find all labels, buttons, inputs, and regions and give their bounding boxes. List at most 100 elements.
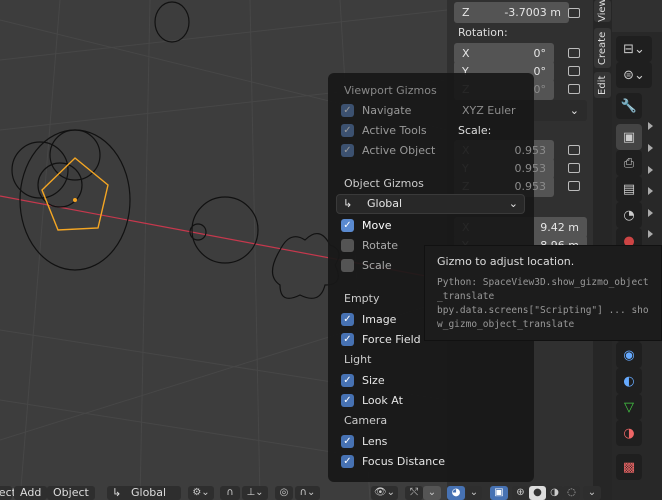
force-field-checkbox[interactable]: ✓ Force Field (341, 331, 421, 347)
checkbox-label: Image (362, 312, 397, 326)
checkbox-label: Focus Distance (362, 454, 446, 468)
proportional-edit-icon[interactable]: ◎ (275, 486, 293, 500)
tab-edit[interactable]: Edit (594, 72, 611, 98)
scene-icon[interactable]: ◔ (616, 202, 642, 228)
scale-checkbox[interactable]: Scale (341, 257, 392, 273)
size-checkbox[interactable]: ✓ Size (341, 372, 385, 388)
checkbox-checked-icon: ✓ (341, 454, 354, 468)
menu-value: Global (131, 486, 167, 499)
lock-icon[interactable] (568, 66, 580, 76)
expand-arrow-icon[interactable] (648, 230, 653, 238)
focus-distance-checkbox[interactable]: ✓ Focus Distance (341, 453, 445, 469)
object-gizmos-heading: Object Gizmos (344, 177, 424, 190)
checkbox-label: Rotate (362, 238, 399, 252)
orientation-dropdown[interactable]: ↳ Global ⌄ (336, 194, 525, 214)
tab-view[interactable]: View (594, 0, 611, 22)
lock-icon[interactable] (568, 181, 580, 191)
location-z-field[interactable]: Z -3.7003 m (454, 2, 569, 23)
shading-dropdown-icon[interactable]: ⌄ (583, 486, 601, 500)
dropdown-value: Global (367, 197, 403, 210)
checkbox-label: Look At (362, 393, 403, 407)
expand-arrow-icon[interactable] (648, 122, 653, 130)
filter-toggle-dropdown[interactable]: ⊜⌄ (616, 62, 652, 88)
checkbox-checked-icon: ✓ (341, 434, 354, 448)
lock-icon[interactable] (568, 8, 580, 18)
display-mode-dropdown[interactable]: ⊟⌄ (616, 36, 652, 62)
transform-orientation-icon: ↳ (112, 486, 122, 499)
empty-heading: Empty (344, 292, 380, 305)
checkbox-checked-icon: ✓ (341, 373, 354, 387)
output-icon[interactable]: ⎙ (616, 150, 642, 176)
view-layer-icon[interactable]: ▤ (616, 176, 642, 202)
material-icon[interactable]: ◑ (616, 420, 642, 446)
dropdown-value: XYZ Euler (462, 104, 516, 117)
checkbox-checked-icon: ✓ (341, 393, 354, 407)
visibility-icon[interactable]: 👁⌄ (371, 486, 398, 500)
tooltip-python-path: bpy.data.screens["Scripting"] ... show_g… (437, 305, 649, 330)
expand-arrow-icon[interactable] (648, 144, 653, 152)
image-checkbox[interactable]: ✓ Image (341, 311, 396, 327)
pivot-point-icon[interactable]: ⚙⌄ (188, 486, 214, 500)
rotate-checkbox[interactable]: Rotate (341, 237, 398, 253)
tooltip-title: Gizmo to adjust location. (437, 255, 575, 268)
axis-label: Z (462, 6, 470, 19)
checkbox-label: Navigate (362, 103, 412, 117)
tab-create[interactable]: Create (594, 28, 611, 68)
lock-icon[interactable] (568, 48, 580, 58)
expand-arrow-icon[interactable] (648, 166, 653, 174)
field-value: 0° (533, 83, 547, 96)
expand-arrow-icon[interactable] (648, 209, 653, 217)
scale-label: Scale: (458, 124, 492, 137)
checkbox-checked-icon: ✓ (341, 123, 354, 137)
tooltip: Gizmo to adjust location. Python: SpaceV… (424, 245, 662, 341)
tool-icon[interactable]: 🔧 (616, 93, 642, 119)
checkbox-label: Force Field (362, 332, 421, 346)
orientation-menu[interactable]: ↳ Global (107, 486, 181, 500)
overlays-dropdown-icon[interactable]: ⌄ (466, 486, 482, 500)
gizmo-dropdown-chevron-icon[interactable]: ⌄ (423, 486, 441, 500)
viewport-header: Select Add Object ↳ Global ⚙⌄ ∩ ⊥⌄ ◎ ∩⌄ 👁… (0, 486, 612, 500)
checkbox-label: Active Object (362, 143, 436, 157)
add-menu[interactable]: Add (14, 486, 48, 500)
active-tools-checkbox[interactable]: ✓ Active Tools (341, 122, 427, 138)
tooltip-python: Python: SpaceView3D.show_gizmo_object_tr… (437, 277, 649, 302)
object-menu[interactable]: Object (47, 486, 95, 500)
xray-icon[interactable]: ▣ (490, 486, 508, 500)
active-object-checkbox[interactable]: ✓ Active Object (341, 142, 435, 158)
lock-icon[interactable] (568, 163, 580, 173)
solid-shading-icon[interactable]: ● (529, 486, 546, 500)
snap-icon[interactable]: ∩ (220, 486, 240, 500)
select-menu[interactable]: Select (0, 486, 16, 500)
checkbox-checked-icon: ✓ (341, 332, 354, 346)
snap-target-icon[interactable]: ⊥⌄ (242, 486, 268, 500)
checkbox-unchecked-icon (341, 238, 354, 252)
move-checkbox[interactable]: ✓ Move (341, 217, 392, 233)
transform-orientation-icon: ↳ (343, 197, 353, 210)
checkbox-label: Move (362, 218, 392, 232)
checkbox-checked-icon: ✓ (341, 143, 354, 157)
falloff-icon[interactable]: ∩⌄ (295, 486, 320, 500)
rotation-label: Rotation: (458, 26, 508, 39)
expand-arrow-icon[interactable] (648, 187, 653, 195)
rendered-shading-icon[interactable]: ◌ (563, 486, 580, 500)
lens-checkbox[interactable]: ✓ Lens (341, 433, 387, 449)
gizmo-toggle-icon[interactable]: ⤲ (405, 486, 423, 500)
checkbox-checked-icon: ✓ (341, 103, 354, 117)
texture-icon[interactable]: ▩ (616, 454, 642, 480)
checkbox-unchecked-icon (341, 258, 354, 272)
lock-icon[interactable] (568, 84, 580, 94)
look-at-checkbox[interactable]: ✓ Look At (341, 392, 403, 408)
lock-icon[interactable] (568, 145, 580, 155)
particles-icon[interactable]: ◐ (616, 368, 642, 394)
wireframe-shading-icon[interactable]: ⊕ (512, 486, 529, 500)
viewport-gizmos-heading: Viewport Gizmos (344, 84, 437, 97)
physics-icon[interactable]: ◉ (616, 342, 642, 368)
render-icon[interactable]: ▣ (616, 124, 642, 150)
light-heading: Light (344, 353, 372, 366)
navigate-checkbox[interactable]: ✓ Navigate (341, 102, 411, 118)
field-value: 0.953 (514, 180, 547, 193)
camera-heading: Camera (344, 414, 388, 427)
material-shading-icon[interactable]: ◑ (546, 486, 563, 500)
overlays-icon[interactable]: ◕ (447, 486, 465, 500)
object-data-icon[interactable]: ▽ (616, 394, 642, 420)
